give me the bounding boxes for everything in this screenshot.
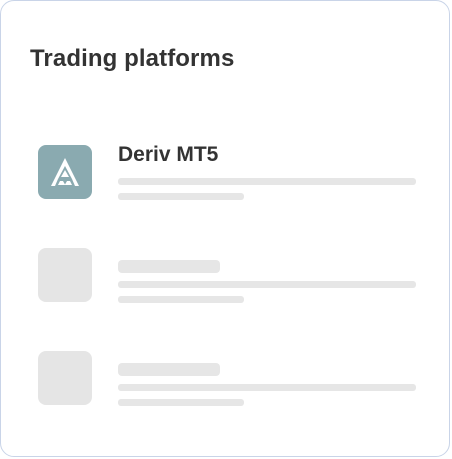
skeleton-description-line-short <box>118 296 244 303</box>
skeleton-description-line-short <box>118 193 244 200</box>
skeleton-title-line <box>118 260 220 273</box>
skeleton-description-line <box>118 384 416 391</box>
skeleton-title-line <box>118 363 220 376</box>
platform-item-placeholder <box>38 248 418 304</box>
deriv-mt5-logo-icon <box>38 145 92 199</box>
trading-platforms-card: Trading platforms Deriv MT5 <box>0 0 450 457</box>
skeleton-description-line <box>118 281 416 288</box>
skeleton-description-line <box>118 178 416 185</box>
skeleton-description-line-short <box>118 399 244 406</box>
platform-name: Deriv MT5 <box>118 143 219 166</box>
card-title: Trading platforms <box>30 45 235 72</box>
platform-item-placeholder <box>38 351 418 407</box>
platform-item-deriv-mt5[interactable]: Deriv MT5 <box>38 143 418 201</box>
placeholder-icon <box>38 248 92 302</box>
placeholder-icon <box>38 351 92 405</box>
